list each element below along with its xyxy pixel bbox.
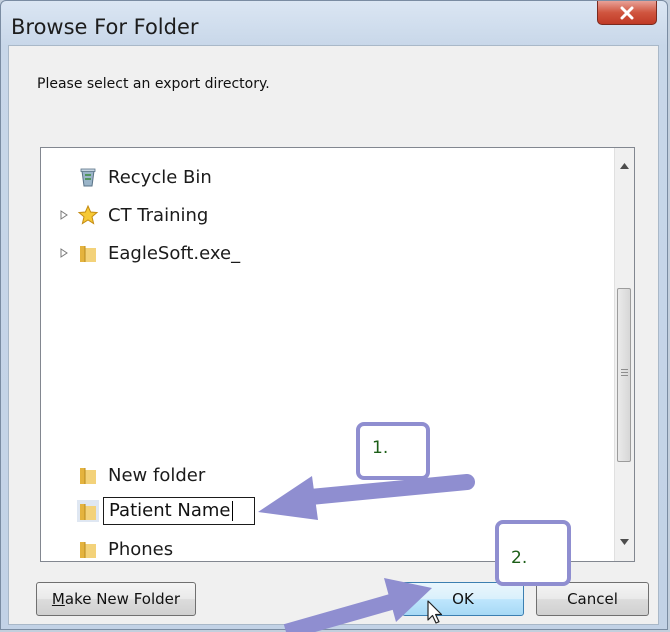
tree-item-label: Phones: [108, 538, 174, 560]
tree-item-new-folder[interactable]: New folder: [57, 460, 205, 490]
dialog-title: Browse For Folder: [11, 15, 199, 39]
close-button[interactable]: [597, 1, 657, 25]
scroll-up-icon: [620, 163, 629, 169]
step-2-label: 2.: [511, 548, 528, 568]
ok-button[interactable]: OK: [402, 582, 524, 616]
step-1-label: 1.: [372, 438, 389, 458]
step-1-callout: 1.: [356, 422, 430, 480]
make-new-folder-label: ake New Folder: [64, 590, 181, 608]
rename-field-value: Patient Name: [109, 500, 231, 521]
cancel-button[interactable]: Cancel: [536, 582, 649, 616]
tree-item-patient-name[interactable]: Patient Name: [57, 496, 255, 526]
cancel-label: Cancel: [567, 590, 618, 608]
scroll-down-button[interactable]: [615, 532, 634, 552]
vertical-scrollbar[interactable]: [614, 148, 634, 561]
scroll-grip-icon: [621, 369, 628, 378]
tree-item-label: Recycle Bin: [108, 166, 212, 188]
folder-icon: [77, 500, 99, 522]
folder-icon: [80, 246, 96, 262]
ok-label: OK: [452, 590, 474, 608]
recycle-bin-icon: [80, 168, 96, 187]
mnemonic-letter: M: [51, 590, 65, 608]
text-caret: [231, 501, 233, 521]
instruction-text: Please select an export directory.: [37, 76, 270, 92]
rename-field[interactable]: Patient Name: [103, 497, 255, 525]
tree-item-phones[interactable]: Phones: [57, 534, 174, 561]
expand-arrow-icon[interactable]: [57, 248, 71, 258]
scroll-thumb[interactable]: [617, 288, 631, 462]
close-icon: [620, 6, 634, 19]
tree-item-recycle-bin[interactable]: Recycle Bin: [57, 162, 212, 192]
scroll-down-icon: [620, 539, 629, 545]
folder-icon: [80, 542, 96, 558]
folder-tree[interactable]: Recycle Bin CT Training EagleSoft.exe_ N…: [40, 147, 635, 562]
tree-item-ct-training[interactable]: CT Training: [57, 200, 208, 230]
folder-icon: [80, 468, 96, 484]
title-bar: Browse For Folder: [1, 1, 667, 45]
step-2-callout: 2.: [495, 520, 571, 586]
tree-item-label: CT Training: [108, 204, 209, 226]
tree-item-label: EagleSoft.exe_: [108, 242, 241, 264]
expand-arrow-icon[interactable]: [57, 210, 71, 220]
tree-item-label: New folder: [108, 464, 206, 486]
star-folder-icon: [77, 204, 99, 225]
mouse-cursor-icon: [427, 600, 443, 624]
scroll-up-button[interactable]: [615, 156, 634, 176]
tree-item-eaglesoft[interactable]: EagleSoft.exe_: [57, 238, 240, 268]
make-new-folder-button[interactable]: Make New Folder: [36, 582, 196, 616]
